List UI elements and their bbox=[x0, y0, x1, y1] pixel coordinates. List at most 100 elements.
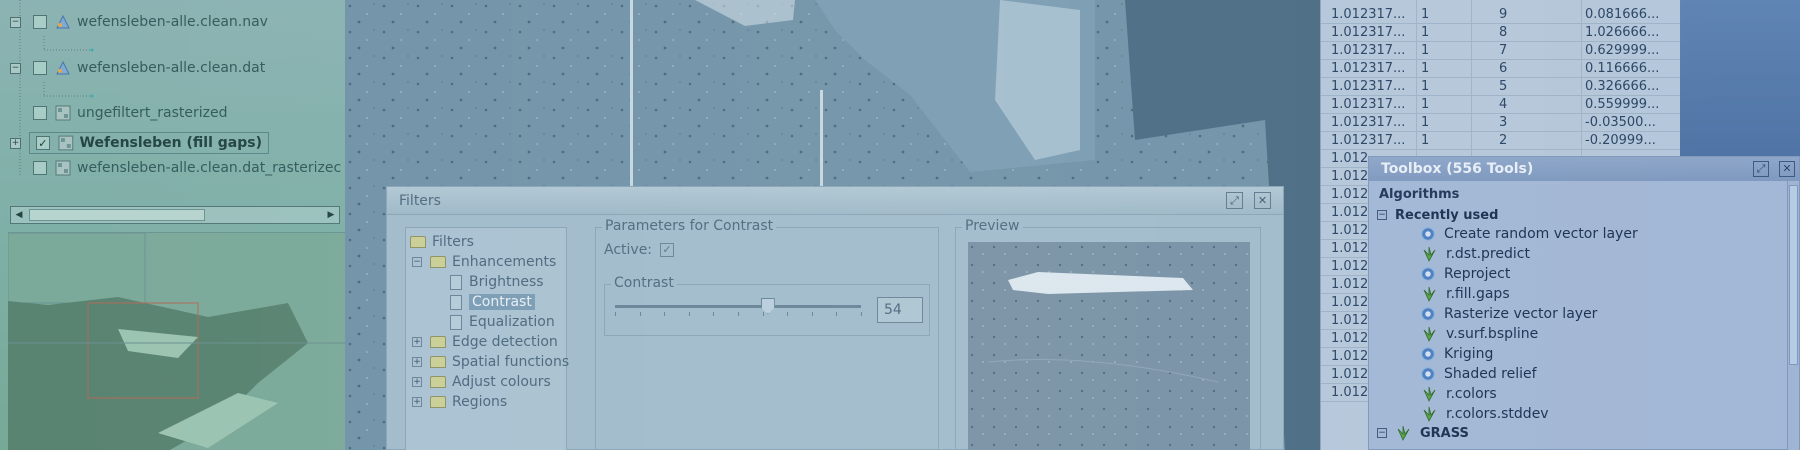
table-cell: 1 bbox=[1421, 79, 1430, 94]
expand-toggle[interactable]: + bbox=[412, 377, 422, 387]
expand-toggle[interactable]: + bbox=[412, 397, 422, 407]
table-cell: 1.012 bbox=[1331, 241, 1369, 256]
collapse-toggle[interactable]: − bbox=[10, 62, 21, 74]
layer-row[interactable]: wefensleben-alle.clean.dat_rasterizec bbox=[33, 155, 341, 181]
contrast-value-field[interactable]: 54 bbox=[877, 297, 923, 323]
collapse-toggle[interactable]: − bbox=[1377, 210, 1387, 220]
slider-tick bbox=[738, 312, 739, 316]
tree-item-label: Spatial functions bbox=[452, 354, 570, 370]
table-cell: 0.081666... bbox=[1585, 7, 1660, 22]
table-cell: 1.012 bbox=[1331, 169, 1369, 184]
selected-layer-highlight: ✓ Wefensleben (fill gaps) bbox=[29, 132, 269, 154]
preview-group: Preview bbox=[955, 218, 1261, 450]
filters-dialog-titlebar[interactable]: Filters ⤢ ✕ bbox=[387, 187, 1283, 215]
toolbox-item[interactable]: Rasterize vector layer bbox=[1421, 304, 1597, 324]
tree-item-label: Enhancements bbox=[452, 254, 557, 270]
layers-panel: − wefensleben-alle.clean.nav − wefensleb… bbox=[0, 0, 345, 450]
toolbox-item[interactable]: r.colors.stddev bbox=[1421, 404, 1549, 424]
scroll-left-arrow-icon[interactable]: ◀ bbox=[11, 207, 27, 223]
raster-layer-icon bbox=[55, 160, 71, 176]
table-cell: 1 bbox=[1421, 133, 1430, 148]
overview-map[interactable] bbox=[7, 232, 345, 450]
expand-toggle[interactable]: + bbox=[10, 137, 21, 149]
toolbox-item[interactable]: r.colors bbox=[1421, 384, 1497, 404]
table-cell: 1.012317... bbox=[1331, 115, 1406, 130]
filter-tree[interactable]: Filters − Enhancements Brightness Contra… bbox=[405, 227, 569, 450]
table-cell: 1.026666... bbox=[1585, 25, 1660, 40]
layer-row[interactable]: − wefensleben-alle.clean.nav bbox=[10, 9, 268, 35]
table-cell: 0.559999... bbox=[1585, 97, 1660, 112]
tree-item-grass[interactable]: − GRASS bbox=[1377, 423, 1469, 443]
expand-toggle[interactable]: + bbox=[412, 337, 422, 347]
table-row[interactable]: 1.012317... 1 7 0.629999... bbox=[1321, 42, 1680, 60]
close-icon[interactable]: ✕ bbox=[1779, 161, 1795, 177]
toolbox-item[interactable]: Reproject bbox=[1421, 264, 1510, 284]
toolbox-item[interactable]: Kriging bbox=[1421, 344, 1493, 364]
table-row[interactable]: 1.012317... 1 9 0.081666... bbox=[1321, 6, 1680, 24]
tree-item-brightness[interactable]: Brightness bbox=[450, 272, 544, 292]
layers-horizontal-scrollbar[interactable]: ◀ ▶ bbox=[10, 206, 340, 224]
maximize-icon[interactable]: ⤢ bbox=[1226, 192, 1243, 209]
layer-visibility-checkbox[interactable] bbox=[33, 61, 47, 75]
layer-visibility-checkbox[interactable] bbox=[33, 106, 47, 120]
tree-item-contrast[interactable]: Contrast bbox=[450, 292, 535, 312]
folder-open-icon bbox=[410, 236, 426, 248]
grass-icon bbox=[1423, 286, 1436, 302]
scroll-thumb[interactable] bbox=[1789, 185, 1798, 365]
table-cell: 1.012 bbox=[1331, 259, 1369, 274]
layer-row[interactable]: ungefiltert_rasterized bbox=[33, 100, 228, 126]
toolbox-item[interactable]: Create random vector layer bbox=[1421, 224, 1638, 244]
tree-item-edge-detection[interactable]: + Edge detection bbox=[412, 332, 558, 352]
table-cell: 1.012317... bbox=[1331, 7, 1406, 22]
scroll-thumb[interactable] bbox=[29, 209, 205, 221]
folder-icon bbox=[430, 376, 446, 388]
gear-icon bbox=[1421, 227, 1435, 241]
table-row[interactable]: 1.012317... 1 5 0.326666... bbox=[1321, 78, 1680, 96]
layer-row[interactable]: − wefensleben-alle.clean.dat bbox=[10, 55, 265, 81]
tree-item-regions[interactable]: + Regions bbox=[412, 392, 507, 412]
toolbox-titlebar[interactable]: Toolbox (556 Tools) ⤢ ✕ bbox=[1369, 157, 1799, 181]
table-row[interactable]: 1.012317... 1 3 -0.03500... bbox=[1321, 114, 1680, 132]
toolbox-item-label: r.fill.gaps bbox=[1446, 286, 1510, 302]
collapse-toggle[interactable]: − bbox=[412, 257, 422, 267]
table-cell: 1.012317... bbox=[1331, 97, 1406, 112]
document-icon bbox=[450, 314, 462, 330]
toolbox-item-label: Reproject bbox=[1444, 266, 1511, 282]
close-icon[interactable]: ✕ bbox=[1254, 192, 1271, 209]
table-row[interactable]: 1.012317... 1 6 0.116666... bbox=[1321, 60, 1680, 78]
gear-icon bbox=[1421, 367, 1435, 381]
tree-item-adjust-colours[interactable]: + Adjust colours bbox=[412, 372, 551, 392]
active-checkbox[interactable]: ✓ bbox=[660, 243, 675, 257]
scroll-right-arrow-icon[interactable]: ▶ bbox=[323, 207, 339, 223]
table-cell: 1.012 bbox=[1331, 331, 1369, 346]
toolbox-item[interactable]: r.dst.predict bbox=[1421, 244, 1530, 264]
table-row[interactable]: 1.012317... 1 4 0.559999... bbox=[1321, 96, 1680, 114]
tree-item-recently-used[interactable]: − Recently used bbox=[1377, 205, 1498, 225]
table-cell: 0.116666... bbox=[1585, 61, 1660, 76]
active-row: Active: ✓ bbox=[604, 242, 675, 258]
expand-toggle[interactable]: + bbox=[412, 357, 422, 367]
tree-item-equalization[interactable]: Equalization bbox=[450, 312, 555, 332]
table-cell: 1.012317... bbox=[1331, 43, 1406, 58]
toolbox-item[interactable]: r.fill.gaps bbox=[1421, 284, 1510, 304]
table-row[interactable]: 1.012317... 1 2 -0.20999... bbox=[1321, 132, 1680, 150]
contrast-slider-track[interactable] bbox=[615, 305, 861, 308]
toolbox-item[interactable]: Shaded relief bbox=[1421, 364, 1537, 384]
tree-item-enhancements[interactable]: − Enhancements bbox=[412, 252, 556, 272]
layer-visibility-checkbox[interactable]: ✓ bbox=[36, 136, 50, 150]
collapse-toggle[interactable]: − bbox=[10, 16, 21, 28]
tree-item-label: Brightness bbox=[469, 274, 544, 290]
layer-visibility-checkbox[interactable] bbox=[33, 15, 47, 29]
tree-item-label-selected: Contrast bbox=[469, 294, 535, 310]
toolbox-item[interactable]: v.surf.bspline bbox=[1421, 324, 1538, 344]
toolbox-item-label: Shaded relief bbox=[1444, 366, 1537, 382]
layer-visibility-checkbox[interactable] bbox=[33, 161, 47, 175]
collapse-toggle[interactable]: − bbox=[1377, 428, 1387, 438]
tree-item-filters-root[interactable]: Filters bbox=[410, 232, 474, 252]
layer-row-selected[interactable]: + ✓ Wefensleben (fill gaps) bbox=[10, 130, 269, 156]
table-row[interactable]: 1.012317... 1 8 1.026666... bbox=[1321, 24, 1680, 42]
undock-icon[interactable]: ⤢ bbox=[1753, 161, 1769, 177]
toolbox-vertical-scrollbar[interactable] bbox=[1787, 181, 1799, 450]
tree-item-label: Edge detection bbox=[452, 334, 558, 350]
tree-item-spatial-functions[interactable]: + Spatial functions bbox=[412, 352, 569, 372]
